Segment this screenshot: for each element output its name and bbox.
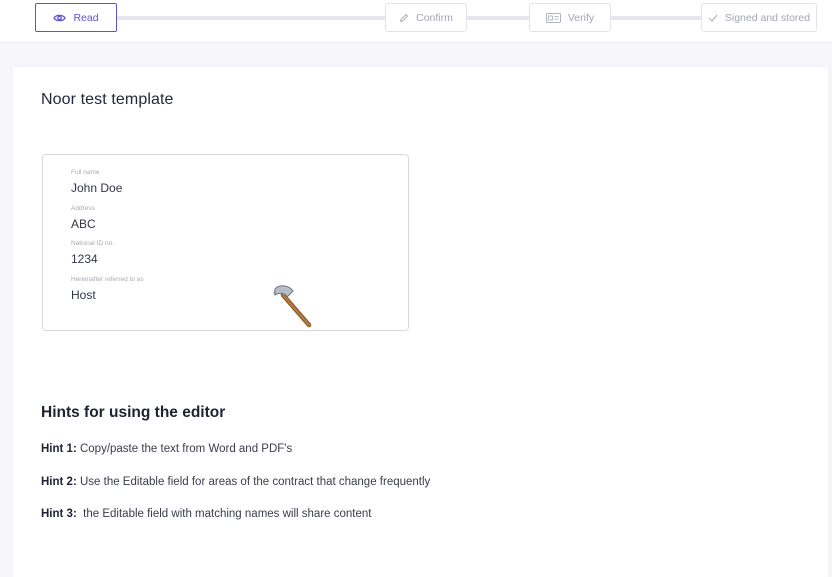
field-national-id[interactable]: National ID no. 1234 (71, 240, 114, 266)
step-connector (116, 16, 386, 20)
field-full-name[interactable]: Full name John Doe (71, 169, 122, 195)
axe-cursor-icon (269, 283, 315, 334)
check-icon (708, 14, 718, 22)
pencil-icon (399, 13, 409, 23)
field-label: National ID no. (71, 240, 114, 247)
hint-3: Hint 3: the Editable field with matching… (41, 508, 371, 520)
step-progress-bar: Read Confirm Verify Signed and stored (0, 0, 832, 43)
field-label: Address (71, 205, 95, 212)
id-card-icon (545, 12, 561, 23)
step-label: Confirm (416, 11, 453, 24)
step-signed-and-stored[interactable]: Signed and stored (701, 3, 817, 32)
hint-text: Use the Editable field for areas of the … (76, 476, 431, 488)
hint-prefix: Hint 1: (41, 443, 77, 455)
step-label: Verify (567, 11, 595, 24)
field-label: Full name (71, 169, 100, 176)
hints-heading: Hints for using the editor (41, 404, 226, 421)
eye-icon (53, 13, 67, 23)
field-referred-to-as[interactable]: Hereinafter referred to as Host (71, 276, 144, 302)
step-confirm[interactable]: Confirm (385, 3, 467, 32)
hint-text: Copy/paste the text from Word and PDF's (76, 443, 293, 455)
step-connector (610, 16, 702, 20)
step-label: Signed and stored (724, 11, 811, 24)
field-value: John Doe (71, 181, 123, 195)
step-connector (466, 16, 530, 20)
step-label: Read (73, 11, 99, 24)
step-read[interactable]: Read (35, 3, 117, 32)
party-fields-box: Full name John Doe Address ABC National … (42, 154, 409, 331)
field-value: ABC (71, 217, 96, 231)
hint-1: Hint 1: Copy/paste the text from Word an… (41, 443, 292, 455)
field-address[interactable]: Address ABC (71, 205, 96, 231)
field-value: 1234 (71, 252, 98, 266)
document-title: Noor test template (41, 91, 174, 108)
field-label: Hereinafter referred to as (71, 276, 144, 283)
hint-text: the Editable field with matching names w… (76, 508, 372, 520)
step-verify[interactable]: Verify (529, 3, 611, 32)
hint-2: Hint 2: Use the Editable field for areas… (41, 476, 430, 488)
hint-prefix: Hint 2: (41, 476, 77, 488)
document-card: Noor test template Full name John Doe Ad… (13, 67, 828, 577)
hint-prefix: Hint 3: (41, 508, 77, 520)
field-value: Host (71, 288, 96, 302)
